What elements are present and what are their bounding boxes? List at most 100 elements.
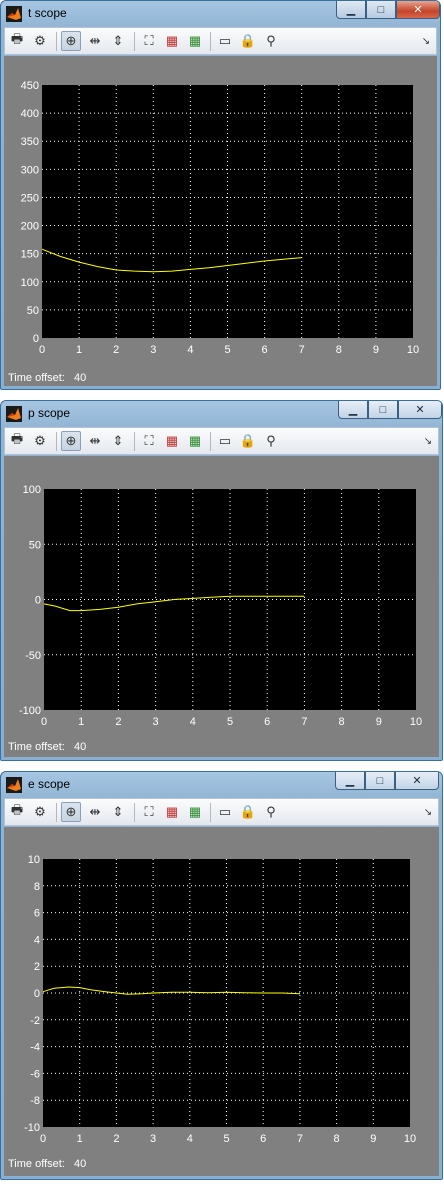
zoom-x-button[interactable]: ⇹ [85, 31, 105, 51]
zoom-y-button[interactable]: ⇕ [108, 802, 128, 822]
title-bar[interactable]: p scope ▁ □ ✕ [1, 401, 442, 427]
minimize-icon: ▁ [346, 4, 356, 16]
floating-scope-icon: ▭ [218, 804, 232, 819]
zoom-x-icon: ⇹ [89, 433, 101, 448]
lock-axes-button[interactable]: 🔒 [238, 431, 258, 451]
y-tick-label: 200 [21, 221, 39, 233]
x-tick-label: 6 [264, 716, 270, 728]
save-axes-button[interactable]: ▦ [162, 802, 182, 822]
zoom-in-button[interactable]: ⊕ [61, 802, 81, 822]
autoscale-button[interactable]: ⛶ [139, 802, 159, 822]
signal-selection-button[interactable]: ⚲ [261, 31, 281, 51]
dock-arrow-icon: ↘ [423, 435, 433, 447]
parameters-icon: ⚙ [34, 804, 46, 819]
lock-axes-button[interactable]: 🔒 [238, 31, 258, 51]
scope-plot: 0 1 2 3 4 5 6 7 8 9 10 -10 -8 -6 -4 -2 0 2 4 6 8 10 [24, 854, 416, 1145]
restore-axes-button[interactable]: ▦ [185, 31, 205, 51]
maximize-icon: □ [377, 3, 385, 16]
signal-selection-icon: ⚲ [266, 433, 276, 448]
autoscale-button[interactable]: ⛶ [139, 431, 159, 451]
save-axes-icon: ▦ [165, 804, 179, 819]
y-tick-label: -6 [30, 1068, 40, 1080]
x-tick-label: 1 [77, 1133, 83, 1145]
signal-selection-button[interactable]: ⚲ [261, 431, 281, 451]
close-button[interactable]: ✕ [398, 401, 442, 419]
zoom-in-button[interactable]: ⊕ [61, 31, 81, 51]
restore-axes-icon: ▦ [188, 33, 202, 48]
floating-scope-button[interactable]: ▭ [215, 431, 235, 451]
y-tick-label: 300 [21, 164, 39, 176]
title-bar[interactable]: e scope ▁ □ ✕ [1, 772, 442, 798]
x-tick-label: 9 [373, 344, 379, 356]
y-tick-label: 8 [34, 881, 40, 893]
y-tick-label: 350 [21, 136, 39, 148]
dock-arrow-icon: ↘ [421, 35, 431, 47]
maximize-icon: □ [376, 774, 384, 787]
y-tick-label: 250 [21, 192, 39, 204]
parameters-icon: ⚙ [34, 433, 46, 448]
close-icon: ✕ [413, 4, 423, 16]
print-button[interactable]: 🖶 [7, 431, 27, 451]
time-offset-value: 40 [74, 372, 87, 384]
parameters-button[interactable]: ⚙ [30, 31, 50, 51]
x-tick-label: 5 [227, 716, 233, 728]
restore-axes-icon: ▦ [188, 804, 202, 819]
dock-button[interactable]: ↘ [416, 31, 436, 51]
x-tick-label: 1 [78, 716, 84, 728]
time-offset-label: Time offset: 40 [8, 741, 87, 753]
scope-toolbar: 🖶 ⚙ ⊕ ⇹ ⇕ ⛶ ▦ ▦ ▭ 🔒 ⚲ ↘ [4, 427, 439, 455]
parameters-button[interactable]: ⚙ [30, 802, 50, 822]
window-title: t scope [28, 6, 67, 20]
restore-axes-button[interactable]: ▦ [185, 802, 205, 822]
maximize-button[interactable]: □ [365, 772, 395, 790]
minimize-icon: ▁ [345, 775, 355, 787]
print-icon: 🖶 [10, 802, 24, 817]
minimize-button[interactable]: ▁ [336, 1, 366, 19]
y-tick-label: -100 [19, 705, 41, 717]
x-tick-label: 10 [410, 716, 422, 728]
matlab-logo-icon [6, 777, 22, 793]
zoom-in-button[interactable]: ⊕ [61, 431, 81, 451]
title-bar[interactable]: t scope ▁ □ ✕ [1, 1, 440, 27]
zoom-in-icon: ⊕ [65, 433, 77, 448]
zoom-x-button[interactable]: ⇹ [85, 802, 105, 822]
zoom-x-button[interactable]: ⇹ [85, 431, 105, 451]
dock-button[interactable]: ↘ [418, 431, 438, 451]
scope-toolbar: 🖶 ⚙ ⊕ ⇹ ⇕ ⛶ ▦ ▦ ▭ 🔒 ⚲ ↘ [4, 798, 439, 826]
plot-area [42, 85, 413, 338]
lock-axes-icon: 🔒 [239, 33, 257, 48]
print-button[interactable]: 🖶 [7, 31, 27, 51]
y-tick-label: 400 [21, 108, 39, 120]
floating-scope-button[interactable]: ▭ [215, 31, 235, 51]
zoom-y-button[interactable]: ⇕ [108, 431, 128, 451]
minimize-button[interactable]: ▁ [335, 772, 365, 790]
y-tick-label: 10 [28, 854, 40, 866]
lock-axes-icon: 🔒 [239, 804, 257, 819]
signal-selection-button[interactable]: ⚲ [261, 802, 281, 822]
window-title: e scope [28, 777, 71, 791]
y-tick-label: 50 [29, 539, 41, 551]
lock-axes-button[interactable]: 🔒 [238, 802, 258, 822]
floating-scope-button[interactable]: ▭ [215, 802, 235, 822]
close-button[interactable]: ✕ [396, 1, 440, 19]
x-tick-label: 1 [76, 344, 82, 356]
close-icon: ✕ [412, 775, 422, 787]
zoom-y-icon: ⇕ [112, 804, 124, 819]
maximize-button[interactable]: □ [368, 401, 398, 419]
save-axes-button[interactable]: ▦ [162, 431, 182, 451]
print-button[interactable]: 🖶 [7, 802, 27, 822]
zoom-y-button[interactable]: ⇕ [108, 31, 128, 51]
autoscale-button[interactable]: ⛶ [139, 31, 159, 51]
y-tick-label: 150 [21, 249, 39, 261]
parameters-button[interactable]: ⚙ [30, 431, 50, 451]
close-button[interactable]: ✕ [395, 772, 439, 790]
restore-axes-button[interactable]: ▦ [185, 431, 205, 451]
y-tick-label: 2 [34, 961, 40, 973]
minimize-button[interactable]: ▁ [338, 401, 368, 419]
save-axes-button[interactable]: ▦ [162, 31, 182, 51]
maximize-button[interactable]: □ [366, 1, 396, 19]
matlab-logo-icon [6, 406, 22, 422]
x-tick-label: 2 [115, 716, 121, 728]
dock-button[interactable]: ↘ [418, 802, 438, 822]
lock-axes-icon: 🔒 [239, 433, 257, 448]
